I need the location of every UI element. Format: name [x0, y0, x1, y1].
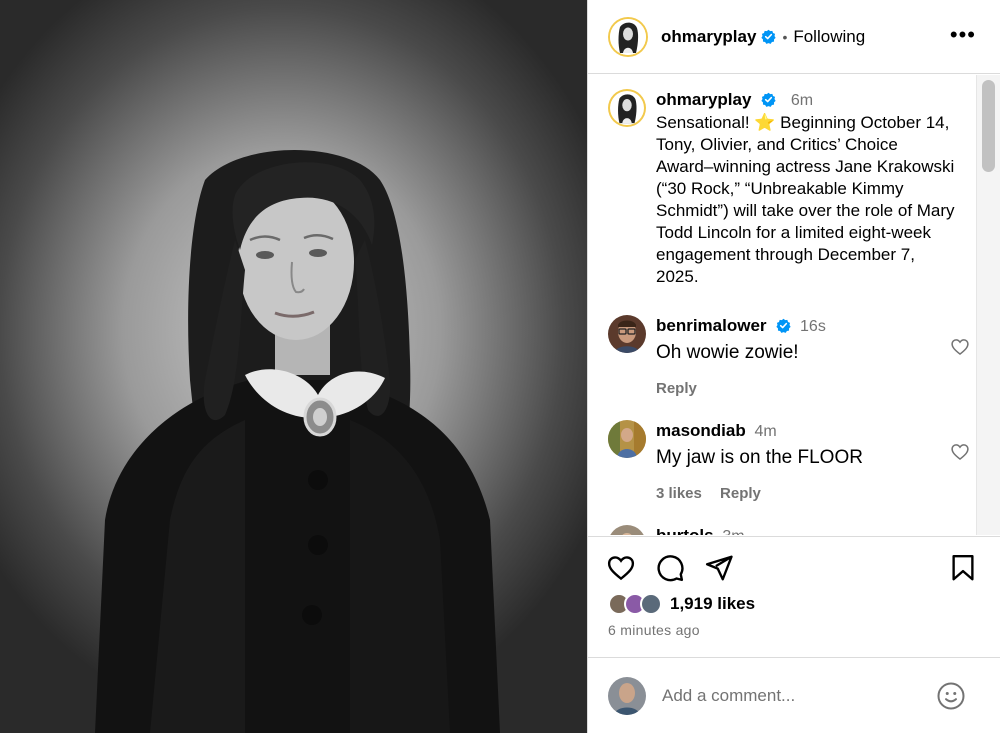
portrait-image — [95, 150, 500, 733]
likes-summary[interactable]: 1,919 likes — [608, 593, 755, 615]
commenter-avatar-image — [608, 525, 646, 535]
likes-count[interactable]: 1,919 likes — [670, 594, 755, 614]
caption-avatar[interactable] — [608, 89, 646, 127]
comment-likes-count[interactable]: 3 likes — [656, 485, 702, 502]
post-actions-bar: 1,919 likes 6 minutes ago — [588, 536, 1000, 657]
more-options-button[interactable]: ••• — [950, 24, 976, 46]
comment-time: 16s — [800, 318, 826, 335]
post-timestamp[interactable]: 6 minutes ago — [608, 622, 700, 638]
reply-button[interactable]: Reply — [656, 380, 697, 397]
bookmark-icon[interactable] — [948, 553, 978, 583]
current-user-avatar-image — [608, 676, 646, 715]
liker-avatar — [640, 593, 662, 615]
verified-badge-icon — [761, 29, 777, 44]
comment-avatar[interactable] — [608, 420, 646, 458]
commenter-avatar-image — [608, 420, 646, 458]
following-button[interactable]: Following — [793, 27, 865, 47]
comment-time: 3m — [722, 528, 744, 535]
like-comment-heart-icon[interactable] — [950, 442, 970, 462]
heart-icon[interactable] — [606, 553, 636, 583]
post-photo[interactable] — [0, 0, 588, 733]
comment-time: 4m — [754, 423, 777, 440]
verified-badge-icon — [776, 318, 791, 333]
caption-entry: ohmaryplay 6m Sensational! ⭐️ Beginning … — [608, 89, 958, 288]
author-avatar-image — [610, 18, 646, 55]
caption-text: Sensational! ⭐️ Beginning October 14, To… — [656, 113, 955, 286]
paper-plane-icon[interactable] — [704, 553, 734, 583]
like-comment-heart-icon[interactable] — [950, 337, 970, 357]
reply-button[interactable]: Reply — [720, 485, 761, 502]
comment-input[interactable] — [662, 685, 912, 706]
post-detail-panel: ohmaryplay • Following ••• ohmaryplay 6m… — [588, 0, 1000, 733]
comment-username[interactable]: burtols — [656, 526, 714, 535]
comment-item: burtols 3m — [608, 525, 958, 535]
scrollbar-thumb[interactable] — [982, 80, 995, 172]
caption-avatar-image — [610, 91, 644, 125]
author-username[interactable]: ohmaryplay — [661, 27, 756, 47]
smiley-icon[interactable] — [936, 681, 966, 711]
comment-text: My jaw is on the FLOOR — [656, 447, 863, 468]
caption-username[interactable]: ohmaryplay — [656, 90, 751, 109]
author-avatar[interactable] — [608, 16, 648, 57]
post-header: ohmaryplay • Following ••• — [588, 0, 1000, 74]
current-user-avatar — [608, 676, 646, 715]
comment-text: Oh wowie zowie! — [656, 342, 799, 363]
comment-avatar[interactable] — [608, 525, 646, 535]
comment-username[interactable]: benrimalower — [656, 316, 767, 335]
comment-composer — [588, 657, 1000, 733]
verified-badge-icon — [761, 92, 776, 107]
comment-item: masondiab 4m My jaw is on the FLOOR 3 li… — [608, 420, 969, 505]
comment-username[interactable]: masondiab — [656, 421, 746, 440]
comment-avatar[interactable] — [608, 315, 646, 353]
comments-scroll-area[interactable]: ohmaryplay 6m Sensational! ⭐️ Beginning … — [588, 75, 1000, 535]
commenter-avatar-image — [608, 315, 646, 353]
comment-icon[interactable] — [655, 553, 685, 583]
separator-dot: • — [782, 28, 788, 45]
caption-time: 6m — [790, 92, 814, 109]
comment-item: benrimalower 16s Oh wowie zowie! Reply — [608, 315, 969, 400]
